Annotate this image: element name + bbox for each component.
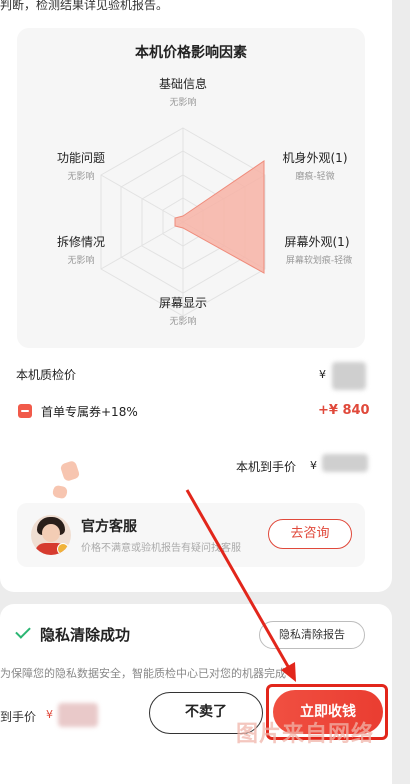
watermark: 图片来自网络 <box>236 722 375 747</box>
annotation-arrow <box>185 489 296 682</box>
